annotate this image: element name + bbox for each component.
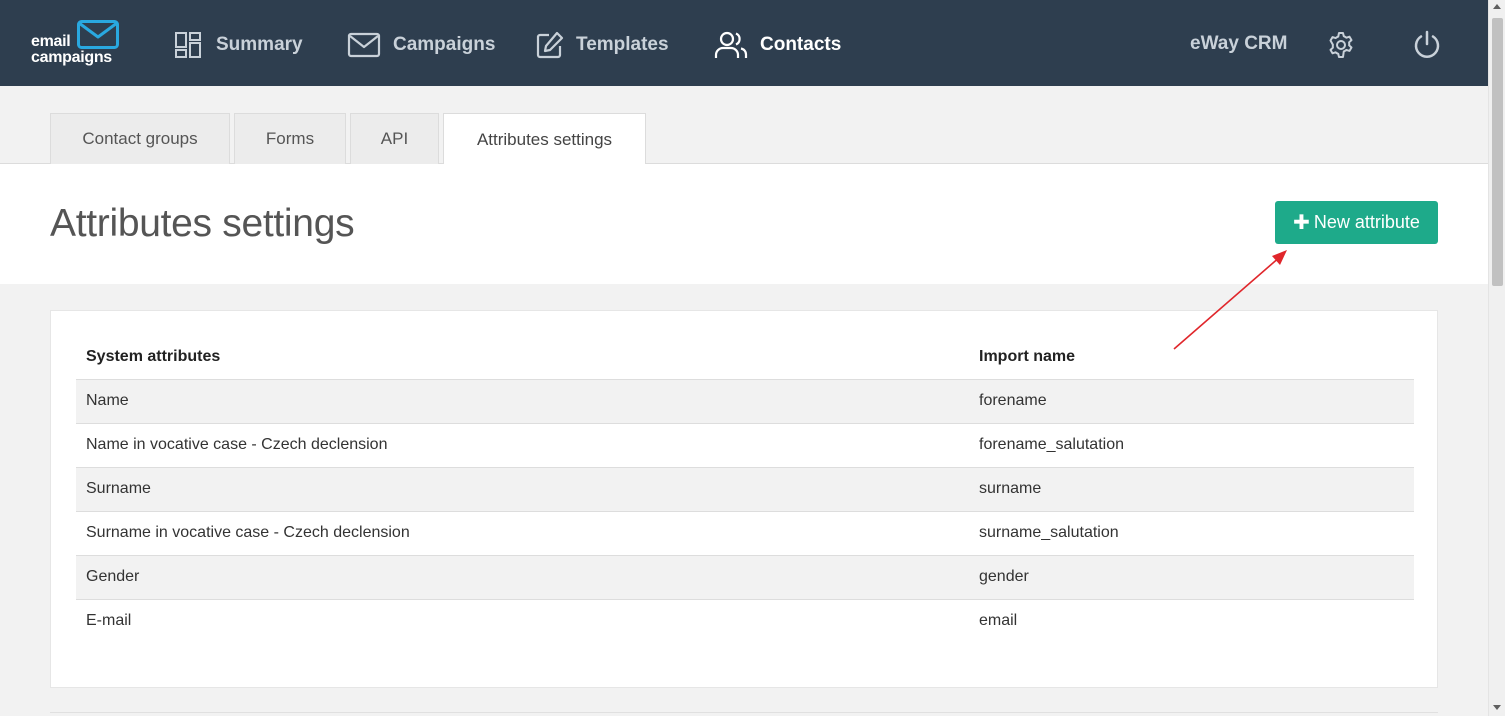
import-name-cell: surname_salutation xyxy=(969,511,1414,556)
system-attributes-table: System attributes Import name Name foren… xyxy=(76,335,1414,643)
nav-eway-crm[interactable]: eWay CRM xyxy=(1190,33,1287,55)
scroll-thumb[interactable] xyxy=(1492,18,1503,286)
summary-grid-icon xyxy=(175,32,201,58)
import-name-cell: forename xyxy=(969,379,1414,424)
nav-summary[interactable]: Summary xyxy=(174,28,303,62)
nav-templates[interactable]: Templates xyxy=(536,28,669,62)
logo-text-campaigns: campaigns xyxy=(31,49,112,66)
tab-attributes-settings[interactable]: Attributes settings xyxy=(443,113,646,165)
app-logo[interactable]: email campaigns xyxy=(30,20,122,66)
tab-api[interactable]: API xyxy=(350,113,439,164)
import-name-cell: gender xyxy=(969,555,1414,600)
table-row: Surname surname xyxy=(76,467,1414,512)
tab-contact-groups[interactable]: Contact groups xyxy=(50,113,230,164)
envelope-icon xyxy=(347,32,381,58)
tab-forms[interactable]: Forms xyxy=(234,113,346,164)
column-header-system-attributes: System attributes xyxy=(76,335,969,380)
nav-campaigns-label: Campaigns xyxy=(393,34,496,55)
attribute-name-cell: E-mail xyxy=(86,612,132,630)
table-row: Surname in vocative case - Czech declens… xyxy=(76,511,1414,556)
table-row: E-mail email xyxy=(76,599,1414,643)
table-row: Name forename xyxy=(76,379,1414,424)
attribute-name-cell: Surname xyxy=(76,467,969,512)
table-row: Gender gender xyxy=(76,555,1414,600)
scroll-up-arrow-icon[interactable] xyxy=(1493,4,1501,9)
users-icon xyxy=(714,31,748,58)
attribute-name-cell: Name in vocative case - Czech declension xyxy=(76,423,969,468)
new-attribute-label: New attribute xyxy=(1313,212,1420,232)
new-attribute-button[interactable]: ✚ New attribute xyxy=(1275,201,1438,244)
vertical-scrollbar[interactable] xyxy=(1488,0,1505,716)
gear-icon[interactable] xyxy=(1327,31,1355,64)
plus-icon: ✚ xyxy=(1293,212,1310,234)
top-navbar: email campaigns Summary Campaigns Templa… xyxy=(0,0,1488,86)
nav-contacts[interactable]: Contacts xyxy=(714,28,841,62)
scroll-down-arrow-icon[interactable] xyxy=(1493,705,1501,710)
attribute-name-cell: Name xyxy=(76,379,969,424)
attribute-name-cell: Surname in vocative case - Czech declens… xyxy=(76,511,969,556)
column-header-import-name: Import name xyxy=(969,335,1414,380)
next-panel-edge xyxy=(50,712,1438,716)
nav-summary-label: Summary xyxy=(216,34,303,55)
page-title: Attributes settings xyxy=(50,202,355,245)
email-logo-icon xyxy=(77,20,119,49)
power-icon[interactable] xyxy=(1412,30,1442,65)
import-name-cell: surname xyxy=(969,467,1414,512)
table-header-row: System attributes Import name xyxy=(76,335,1414,380)
nav-templates-label: Templates xyxy=(576,34,669,55)
nav-campaigns[interactable]: Campaigns xyxy=(347,28,495,62)
section-tabs: Contact groups Forms API Attributes sett… xyxy=(0,86,1488,165)
import-name-cell: forename_salutation xyxy=(969,423,1414,468)
attributes-panel: System attributes Import name Name foren… xyxy=(50,310,1438,688)
attribute-name-cell: Gender xyxy=(76,555,969,600)
nav-contacts-label: Contacts xyxy=(760,34,842,55)
page-header: Attributes settings ✚ New attribute xyxy=(0,164,1488,284)
import-name-cell: email xyxy=(979,612,1018,630)
edit-pencil-icon xyxy=(536,31,564,59)
table-row: Name in vocative case - Czech declension… xyxy=(76,423,1414,468)
